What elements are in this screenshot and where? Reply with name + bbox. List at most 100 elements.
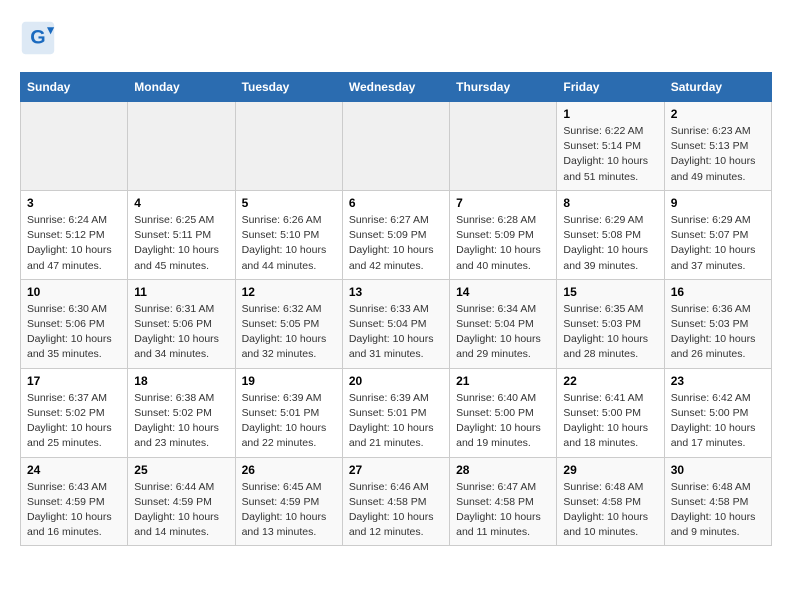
week-row-2: 3 Sunrise: 6:24 AM Sunset: 5:12 PM Daylig…: [21, 190, 772, 279]
week-row-5: 24 Sunrise: 6:43 AM Sunset: 4:59 PM Dayli…: [21, 457, 772, 546]
day-number: 22: [563, 374, 657, 388]
day-info: Sunrise: 6:29 AM Sunset: 5:07 PM Dayligh…: [671, 213, 765, 274]
day-number: 29: [563, 463, 657, 477]
day-number: 27: [349, 463, 443, 477]
calendar-cell: 14 Sunrise: 6:34 AM Sunset: 5:04 PM Dayli…: [450, 279, 557, 368]
calendar-header: SundayMondayTuesdayWednesdayThursdayFrid…: [21, 73, 772, 102]
day-info: Sunrise: 6:39 AM Sunset: 5:01 PM Dayligh…: [242, 391, 336, 452]
day-number: 25: [134, 463, 228, 477]
day-info: Sunrise: 6:27 AM Sunset: 5:09 PM Dayligh…: [349, 213, 443, 274]
day-info: Sunrise: 6:41 AM Sunset: 5:00 PM Dayligh…: [563, 391, 657, 452]
day-info: Sunrise: 6:26 AM Sunset: 5:10 PM Dayligh…: [242, 213, 336, 274]
week-row-3: 10 Sunrise: 6:30 AM Sunset: 5:06 PM Dayli…: [21, 279, 772, 368]
calendar-cell: 6Sunrise: 6:27 AM Sunset: 5:09 PM Daylig…: [342, 190, 449, 279]
day-info: Sunrise: 6:22 AM Sunset: 5:14 PM Dayligh…: [563, 124, 657, 185]
day-number: 7: [456, 196, 550, 210]
day-info: Sunrise: 6:43 AM Sunset: 4:59 PM Dayligh…: [27, 480, 121, 541]
day-info: Sunrise: 6:28 AM Sunset: 5:09 PM Dayligh…: [456, 213, 550, 274]
day-number: 18: [134, 374, 228, 388]
header-cell-monday: Monday: [128, 73, 235, 102]
calendar-cell: 28 Sunrise: 6:47 AM Sunset: 4:58 PM Dayli…: [450, 457, 557, 546]
calendar-cell: 1Sunrise: 6:22 AM Sunset: 5:14 PM Daylig…: [557, 102, 664, 191]
day-info: Sunrise: 6:30 AM Sunset: 5:06 PM Dayligh…: [27, 302, 121, 363]
day-info: Sunrise: 6:36 AM Sunset: 5:03 PM Dayligh…: [671, 302, 765, 363]
logo-icon: G: [20, 20, 56, 56]
calendar-cell: 9 Sunrise: 6:29 AM Sunset: 5:07 PM Daylig…: [664, 190, 771, 279]
day-info: Sunrise: 6:24 AM Sunset: 5:12 PM Dayligh…: [27, 213, 121, 274]
calendar-cell: [450, 102, 557, 191]
header-row: SundayMondayTuesdayWednesdayThursdayFrid…: [21, 73, 772, 102]
calendar-cell: 15 Sunrise: 6:35 AM Sunset: 5:03 PM Dayli…: [557, 279, 664, 368]
day-info: Sunrise: 6:37 AM Sunset: 5:02 PM Dayligh…: [27, 391, 121, 452]
day-number: 12: [242, 285, 336, 299]
day-number: 10: [27, 285, 121, 299]
day-info: Sunrise: 6:32 AM Sunset: 5:05 PM Dayligh…: [242, 302, 336, 363]
day-info: Sunrise: 6:47 AM Sunset: 4:58 PM Dayligh…: [456, 480, 550, 541]
header-cell-friday: Friday: [557, 73, 664, 102]
calendar-cell: 29 Sunrise: 6:48 AM Sunset: 4:58 PM Dayli…: [557, 457, 664, 546]
calendar-cell: 18 Sunrise: 6:38 AM Sunset: 5:02 PM Dayli…: [128, 368, 235, 457]
day-number: 28: [456, 463, 550, 477]
day-info: Sunrise: 6:48 AM Sunset: 4:58 PM Dayligh…: [563, 480, 657, 541]
calendar-cell: 25Sunrise: 6:44 AM Sunset: 4:59 PM Dayli…: [128, 457, 235, 546]
calendar-cell: 7 Sunrise: 6:28 AM Sunset: 5:09 PM Daylig…: [450, 190, 557, 279]
day-info: Sunrise: 6:23 AM Sunset: 5:13 PM Dayligh…: [671, 124, 765, 185]
calendar-cell: 22 Sunrise: 6:41 AM Sunset: 5:00 PM Dayli…: [557, 368, 664, 457]
calendar-cell: 20 Sunrise: 6:39 AM Sunset: 5:01 PM Dayli…: [342, 368, 449, 457]
calendar-cell: 11 Sunrise: 6:31 AM Sunset: 5:06 PM Dayli…: [128, 279, 235, 368]
day-info: Sunrise: 6:48 AM Sunset: 4:58 PM Dayligh…: [671, 480, 765, 541]
day-info: Sunrise: 6:39 AM Sunset: 5:01 PM Dayligh…: [349, 391, 443, 452]
calendar-cell: 10 Sunrise: 6:30 AM Sunset: 5:06 PM Dayli…: [21, 279, 128, 368]
day-number: 21: [456, 374, 550, 388]
day-info: Sunrise: 6:31 AM Sunset: 5:06 PM Dayligh…: [134, 302, 228, 363]
calendar-cell: 27 Sunrise: 6:46 AM Sunset: 4:58 PM Dayli…: [342, 457, 449, 546]
day-number: 24: [27, 463, 121, 477]
calendar-cell: [128, 102, 235, 191]
day-number: 26: [242, 463, 336, 477]
header-cell-thursday: Thursday: [450, 73, 557, 102]
week-row-4: 17 Sunrise: 6:37 AM Sunset: 5:02 PM Dayli…: [21, 368, 772, 457]
day-number: 15: [563, 285, 657, 299]
day-info: Sunrise: 6:38 AM Sunset: 5:02 PM Dayligh…: [134, 391, 228, 452]
day-number: 8: [563, 196, 657, 210]
calendar-cell: 30 Sunrise: 6:48 AM Sunset: 4:58 PM Dayli…: [664, 457, 771, 546]
calendar-cell: 12 Sunrise: 6:32 AM Sunset: 5:05 PM Dayli…: [235, 279, 342, 368]
calendar-cell: 8 Sunrise: 6:29 AM Sunset: 5:08 PM Daylig…: [557, 190, 664, 279]
calendar-cell: 5Sunrise: 6:26 AM Sunset: 5:10 PM Daylig…: [235, 190, 342, 279]
day-info: Sunrise: 6:40 AM Sunset: 5:00 PM Dayligh…: [456, 391, 550, 452]
day-number: 20: [349, 374, 443, 388]
calendar-cell: 17 Sunrise: 6:37 AM Sunset: 5:02 PM Dayli…: [21, 368, 128, 457]
day-number: 17: [27, 374, 121, 388]
day-info: Sunrise: 6:34 AM Sunset: 5:04 PM Dayligh…: [456, 302, 550, 363]
day-number: 9: [671, 196, 765, 210]
header-cell-tuesday: Tuesday: [235, 73, 342, 102]
header-cell-saturday: Saturday: [664, 73, 771, 102]
day-number: 2: [671, 107, 765, 121]
day-number: 14: [456, 285, 550, 299]
calendar-cell: 16 Sunrise: 6:36 AM Sunset: 5:03 PM Dayli…: [664, 279, 771, 368]
calendar-cell: 19Sunrise: 6:39 AM Sunset: 5:01 PM Dayli…: [235, 368, 342, 457]
header-cell-sunday: Sunday: [21, 73, 128, 102]
day-info: Sunrise: 6:35 AM Sunset: 5:03 PM Dayligh…: [563, 302, 657, 363]
logo: G: [20, 20, 60, 56]
day-number: 16: [671, 285, 765, 299]
calendar-cell: 3 Sunrise: 6:24 AM Sunset: 5:12 PM Daylig…: [21, 190, 128, 279]
day-number: 3: [27, 196, 121, 210]
day-info: Sunrise: 6:46 AM Sunset: 4:58 PM Dayligh…: [349, 480, 443, 541]
calendar-cell: 21 Sunrise: 6:40 AM Sunset: 5:00 PM Dayli…: [450, 368, 557, 457]
day-number: 23: [671, 374, 765, 388]
calendar-cell: 4 Sunrise: 6:25 AM Sunset: 5:11 PM Daylig…: [128, 190, 235, 279]
day-info: Sunrise: 6:29 AM Sunset: 5:08 PM Dayligh…: [563, 213, 657, 274]
calendar-cell: 26Sunrise: 6:45 AM Sunset: 4:59 PM Dayli…: [235, 457, 342, 546]
day-info: Sunrise: 6:25 AM Sunset: 5:11 PM Dayligh…: [134, 213, 228, 274]
page-header: G: [20, 20, 772, 56]
calendar-body: 1Sunrise: 6:22 AM Sunset: 5:14 PM Daylig…: [21, 102, 772, 546]
day-number: 13: [349, 285, 443, 299]
calendar-cell: [21, 102, 128, 191]
day-number: 11: [134, 285, 228, 299]
day-number: 4: [134, 196, 228, 210]
calendar-cell: 23Sunrise: 6:42 AM Sunset: 5:00 PM Dayli…: [664, 368, 771, 457]
calendar-cell: [235, 102, 342, 191]
day-number: 30: [671, 463, 765, 477]
calendar-cell: 24 Sunrise: 6:43 AM Sunset: 4:59 PM Dayli…: [21, 457, 128, 546]
